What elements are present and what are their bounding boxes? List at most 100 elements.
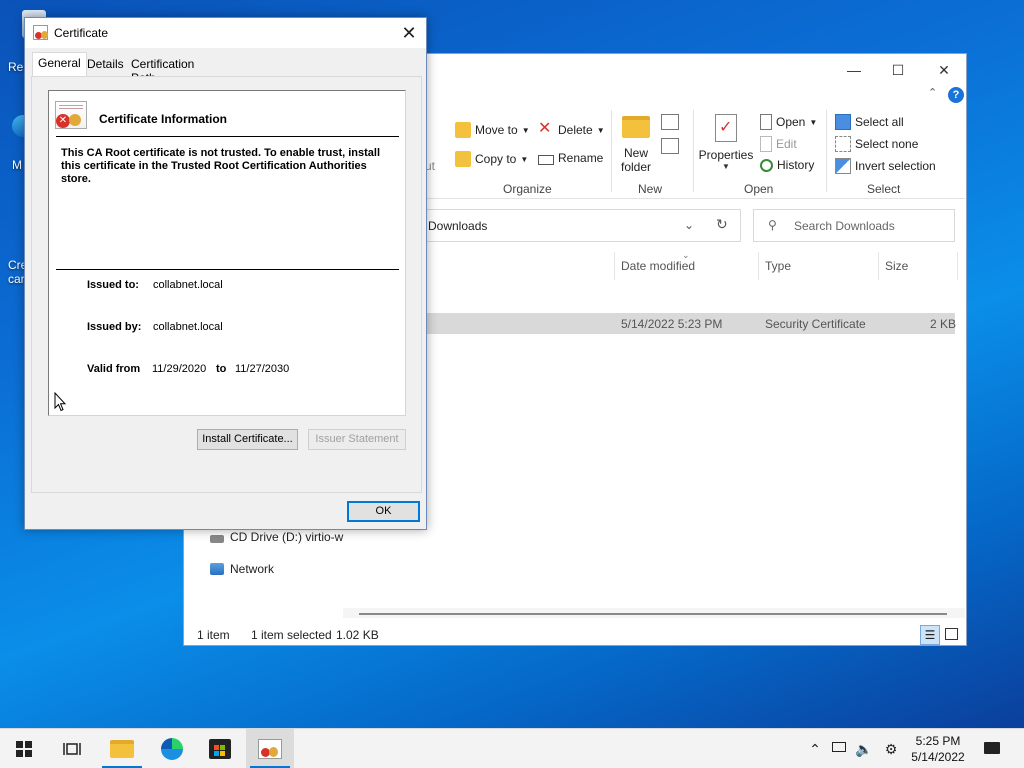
select-group-label: Select: [867, 182, 901, 196]
ribbon-separator: [826, 110, 827, 192]
issued-to-value: collabnet.local: [153, 279, 223, 291]
valid-to-value: 11/27/2030: [235, 363, 290, 375]
chevron-down-icon: ▼: [520, 154, 529, 164]
open-icon: [760, 114, 772, 130]
search-icon: ⚲: [768, 218, 777, 232]
history-icon: [760, 158, 773, 172]
minimize-button[interactable]: —: [840, 60, 868, 80]
select-all-icon: [835, 114, 851, 130]
settings-gear-icon[interactable]: ⚙: [882, 741, 900, 757]
edge-icon: [161, 738, 183, 760]
easy-access-icon[interactable]: [661, 138, 679, 154]
task-view-icon: [63, 743, 81, 755]
new-folder-button[interactable]: New folder: [619, 116, 653, 174]
show-hidden-icons-chevron-icon[interactable]: ⌃: [806, 741, 824, 757]
help-icon[interactable]: ?: [948, 87, 964, 103]
trust-warning-text: This CA Root certificate is not trusted.…: [61, 147, 381, 185]
dialog-title: Certificate: [54, 26, 109, 40]
taskbar-edge[interactable]: [148, 729, 196, 768]
issuer-statement-button[interactable]: Issuer Statement: [308, 429, 406, 450]
status-bar: 1 item 1 item selected 1.02 KB ☰: [183, 625, 965, 646]
tab-general[interactable]: General: [32, 52, 87, 76]
start-button[interactable]: [0, 729, 48, 768]
windows-logo-icon: [16, 741, 32, 757]
dialog-title-bar: Certificate ✕: [25, 18, 426, 48]
new-folder-icon: [622, 116, 650, 138]
taskbar: ⌃ 🔈 ⚙ 5:25 PM 5/14/2022: [0, 728, 1024, 768]
desktop-icon-label: car: [8, 272, 25, 286]
certificate-dialog: Certificate ✕ General Details Certificat…: [24, 17, 427, 530]
select-all-button[interactable]: Select all: [835, 114, 904, 130]
address-dropdown-icon[interactable]: ⌄: [684, 218, 694, 232]
search-box[interactable]: ⚲ Search Downloads: [753, 209, 955, 242]
column-date-modified[interactable]: Date modified: [621, 259, 695, 273]
taskbar-file-explorer[interactable]: [98, 729, 146, 768]
taskbar-store[interactable]: [196, 729, 244, 768]
column-separator: [957, 252, 958, 280]
issued-by-value: collabnet.local: [153, 321, 223, 333]
close-button[interactable]: ✕: [930, 60, 958, 80]
nav-item-cd-drive[interactable]: CD Drive (D:) virtio-w: [210, 530, 343, 544]
rename-icon: [538, 154, 554, 165]
certificate-icon: [33, 25, 48, 40]
nav-item-network[interactable]: Network: [210, 562, 274, 576]
open-group-label: Open: [744, 182, 774, 196]
issued-by-label: Issued by:: [87, 321, 142, 333]
large-icons-view-icon[interactable]: [945, 628, 958, 640]
taskbar-clock[interactable]: 5:25 PM 5/14/2022: [903, 733, 973, 765]
ribbon-separator: [611, 110, 612, 192]
search-input[interactable]: Search Downloads: [794, 219, 895, 233]
desktop-icon-label: M: [12, 158, 22, 172]
column-size[interactable]: Size: [885, 259, 908, 273]
file-type: Security Certificate: [765, 317, 866, 331]
volume-muted-icon[interactable]: 🔈: [855, 741, 873, 757]
divider: [56, 136, 399, 137]
network-tray-icon[interactable]: [830, 741, 848, 757]
certificate-info-box: ✕ Certificate Information This CA Root c…: [48, 90, 406, 416]
open-button[interactable]: Open ▼: [760, 114, 817, 130]
rename-button[interactable]: Rename: [538, 151, 603, 165]
notifications-icon[interactable]: [983, 741, 1001, 757]
column-separator: [758, 252, 759, 280]
column-type[interactable]: Type: [765, 259, 791, 273]
address-text: Downloads: [428, 219, 488, 233]
maximize-button[interactable]: ☐: [884, 60, 912, 80]
taskbar-certificate[interactable]: [246, 729, 294, 768]
properties-button[interactable]: ✓ Properties ▼: [698, 114, 754, 171]
history-button[interactable]: History: [760, 158, 814, 172]
select-none-button[interactable]: Select none: [835, 136, 918, 152]
tab-certification-path[interactable]: Certification Path: [126, 54, 199, 85]
scrollbar-thumb[interactable]: [359, 613, 947, 615]
invert-selection-icon: [835, 158, 851, 174]
move-to-button[interactable]: Move to ▼: [455, 122, 530, 138]
ribbon-collapse-icon[interactable]: ⌃: [928, 86, 937, 99]
tab-details[interactable]: Details: [82, 54, 129, 76]
chevron-down-icon: ▼: [722, 162, 730, 171]
status-selected: 1 item selected: [251, 628, 332, 642]
new-group-label: New: [638, 182, 663, 196]
close-icon[interactable]: ✕: [398, 22, 420, 44]
ok-button[interactable]: OK: [347, 501, 420, 522]
issued-to-label: Issued to:: [87, 279, 139, 291]
cd-drive-icon: [210, 535, 224, 543]
install-certificate-button[interactable]: Install Certificate...: [197, 429, 298, 450]
details-view-icon[interactable]: ☰: [920, 625, 940, 645]
refresh-icon[interactable]: ↻: [716, 216, 728, 233]
delete-button[interactable]: ✕ Delete ▼: [538, 120, 605, 138]
task-view-button[interactable]: [48, 729, 96, 768]
edit-button[interactable]: Edit: [760, 136, 797, 152]
certificate-error-icon: ✕: [55, 101, 87, 129]
ribbon-separator: [693, 110, 694, 192]
organize-group-label: Organize: [503, 182, 552, 196]
desktop-icon-label: Re: [8, 60, 24, 74]
copy-to-button[interactable]: Copy to ▼: [455, 151, 528, 167]
divider: [56, 269, 399, 270]
horizontal-scrollbar[interactable]: [343, 608, 965, 618]
status-size: 1.02 KB: [336, 628, 379, 642]
new-item-icon[interactable]: [661, 114, 679, 130]
properties-icon: ✓: [715, 114, 737, 142]
certificate-info-title: Certificate Information: [99, 112, 228, 126]
invert-selection-button[interactable]: Invert selection: [835, 158, 936, 174]
chevron-down-icon: ▼: [809, 117, 818, 127]
delete-icon: ✕: [538, 120, 552, 137]
